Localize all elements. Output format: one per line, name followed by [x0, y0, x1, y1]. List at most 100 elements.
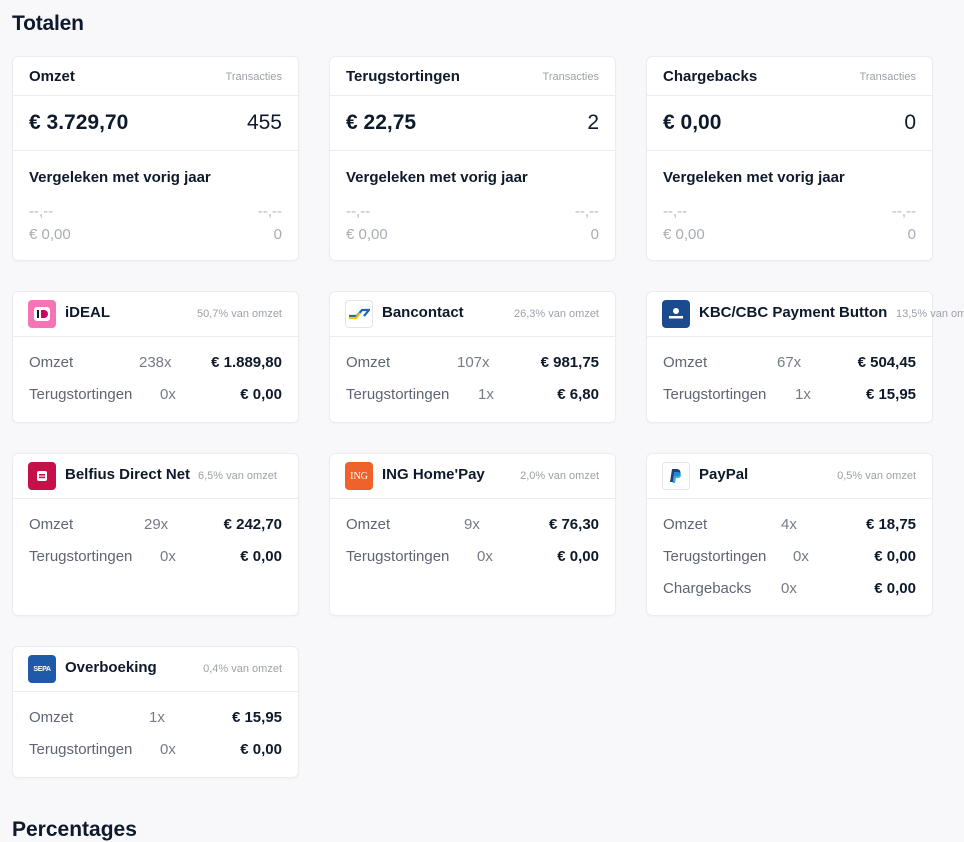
card-header: Chargebacks Transacties	[647, 57, 932, 96]
method-name: Overboeking	[65, 659, 157, 676]
card-header: PayPal 0,5% van omzet	[647, 454, 932, 499]
total-title: Omzet	[29, 68, 75, 85]
row-count: 1x	[478, 386, 494, 403]
compare-count: 0	[590, 226, 599, 243]
compare-placeholder: --,--	[891, 203, 916, 220]
total-amount: € 3.729,70	[29, 111, 129, 134]
stat-row: Omzet 4x € 18,75	[663, 516, 916, 538]
row-count: 0x	[793, 548, 809, 565]
total-title: Terugstortingen	[346, 68, 460, 85]
row-label: Terugstortingen	[29, 548, 133, 565]
card-header: Belfius Direct Net 6,5% van omzet	[13, 454, 298, 499]
row-amount: € 981,75	[540, 354, 599, 371]
row-amount: € 1.889,80	[211, 354, 282, 371]
row-count: 0x	[781, 580, 797, 597]
compare-amount: € 0,00	[663, 226, 705, 243]
row-amount: € 242,70	[223, 516, 282, 533]
bancontact-icon	[345, 300, 373, 328]
compare-amount: € 0,00	[29, 226, 71, 243]
method-name: ING Home'Pay	[382, 466, 485, 483]
compare-placeholder: --,--	[29, 203, 54, 220]
compare-title: Vergeleken met vorig jaar	[663, 169, 845, 186]
total-card-terugstortingen: Terugstortingen Transacties € 22,75 2 Ve…	[330, 57, 615, 260]
row-amount: € 15,95	[865, 386, 916, 403]
compare-title: Vergeleken met vorig jaar	[29, 169, 211, 186]
method-share-text: 13,5% van omzet	[896, 308, 964, 320]
row-label: Chargebacks	[663, 580, 752, 597]
method-card-ing: ING ING Home'Pay 2,0% van omzet Omzet 9x…	[330, 454, 615, 615]
row-count: 238x	[139, 354, 172, 371]
method-share: 26,3% van omzet	[514, 308, 599, 320]
row-amount: € 0,00	[240, 386, 282, 403]
ing-icon: ING	[345, 462, 373, 490]
row-count: 0x	[160, 548, 176, 565]
compare-amount: € 0,00	[346, 226, 388, 243]
method-card-bancontact: Bancontact 26,3% van omzet Omzet 107x € …	[330, 292, 615, 422]
stat-row: Terugstortingen 0x € 0,00	[346, 548, 599, 570]
total-subtitle: Transacties	[859, 71, 916, 83]
row-amount: € 0,00	[240, 548, 282, 565]
belfius-icon	[28, 462, 56, 490]
method-card-belfius: Belfius Direct Net 6,5% van omzet Omzet …	[13, 454, 298, 615]
card-header: Bancontact 26,3% van omzet	[330, 292, 615, 337]
stat-row: Omzet 29x € 242,70	[29, 516, 282, 538]
row-count: 0x	[477, 548, 493, 565]
row-count: 1x	[149, 709, 165, 726]
row-label: Terugstortingen	[346, 386, 450, 403]
paypal-icon	[662, 462, 690, 490]
stat-row: Terugstortingen 1x € 15,95	[663, 386, 916, 408]
row-label: Omzet	[346, 516, 391, 533]
card-header: iDEAL 50,7% van omzet	[13, 292, 298, 337]
row-label: Omzet	[29, 709, 74, 726]
stat-row: Terugstortingen 1x € 6,80	[346, 386, 599, 408]
compare-count: 0	[273, 226, 282, 243]
method-name: iDEAL	[65, 304, 110, 321]
row-count: 29x	[144, 516, 169, 533]
row-label: Terugstortingen	[663, 386, 767, 403]
row-label: Omzet	[346, 354, 391, 371]
stat-row: Terugstortingen 0x € 0,00	[663, 548, 916, 570]
total-count: 2	[587, 111, 599, 134]
method-name: Bancontact	[382, 304, 464, 321]
method-share: 6,5% van omzet	[198, 470, 277, 482]
method-share: 2,0% van omzet	[520, 470, 599, 482]
row-amount: € 504,45	[857, 354, 916, 371]
ideal-icon	[28, 300, 56, 328]
row-amount: € 0,00	[874, 580, 916, 597]
row-label: Terugstortingen	[346, 548, 450, 565]
total-count: 0	[904, 111, 916, 134]
stat-row: Terugstortingen 0x € 0,00	[29, 741, 282, 763]
method-share: 50,7% van omzet	[197, 308, 282, 320]
compare-title: Vergeleken met vorig jaar	[346, 169, 528, 186]
card-header: Terugstortingen Transacties	[330, 57, 615, 96]
ing-logo-text: ING	[350, 470, 368, 482]
total-title: Chargebacks	[663, 68, 758, 85]
row-label: Terugstortingen	[663, 548, 767, 565]
row-count: 67x	[777, 354, 802, 371]
compare-placeholder: --,--	[257, 203, 282, 220]
row-count: 0x	[160, 741, 176, 758]
compare-count: 0	[907, 226, 916, 243]
stat-row: Terugstortingen 0x € 0,00	[29, 386, 282, 408]
card-header: SEPA Overboeking 0,4% van omzet	[13, 647, 298, 692]
stat-row: Omzet 9x € 76,30	[346, 516, 599, 538]
row-count: 1x	[795, 386, 811, 403]
method-name: KBC/CBC Payment Button	[699, 304, 888, 321]
method-share: 13,5% van omzet	[896, 308, 964, 320]
total-main: € 22,75 2	[330, 96, 615, 151]
compare-placeholder: --,--	[574, 203, 599, 220]
method-name: Belfius Direct Net	[65, 466, 191, 483]
row-amount: € 0,00	[874, 548, 916, 565]
row-amount: € 0,00	[557, 548, 599, 565]
stat-row: Omzet 238x € 1.889,80	[29, 354, 282, 376]
row-count: 0x	[160, 386, 176, 403]
row-count: 9x	[464, 516, 480, 533]
stat-row: Omzet 67x € 504,45	[663, 354, 916, 376]
compare-placeholder: --,--	[346, 203, 371, 220]
total-main: € 3.729,70 455	[13, 96, 298, 151]
row-count: 107x	[457, 354, 490, 371]
card-header: ING ING Home'Pay 2,0% van omzet	[330, 454, 615, 499]
row-label: Omzet	[29, 516, 74, 533]
row-label: Omzet	[29, 354, 74, 371]
method-card-ideal: iDEAL 50,7% van omzet Omzet 238x € 1.889…	[13, 292, 298, 422]
